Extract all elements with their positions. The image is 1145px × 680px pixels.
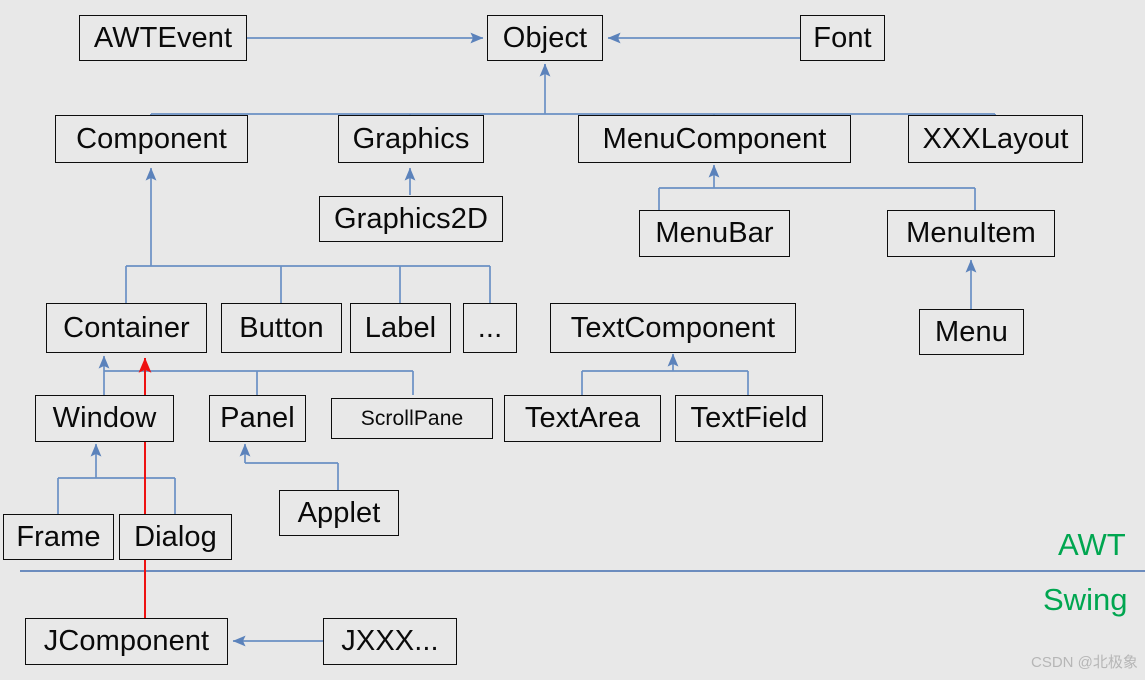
node-component-label: Component	[76, 122, 227, 155]
node-menucomponent-label: MenuComponent	[602, 122, 827, 155]
node-panel[interactable]: Panel	[209, 395, 306, 442]
node-ellipsis-label: ...	[477, 311, 503, 344]
node-dialog[interactable]: Dialog	[119, 514, 232, 560]
node-frame-label: Frame	[16, 520, 101, 553]
node-panel-label: Panel	[220, 402, 295, 434]
node-scrollpane-label: ScrollPane	[360, 407, 464, 430]
node-textcomponent[interactable]: TextComponent	[550, 303, 796, 353]
node-menubar-label: MenuBar	[655, 217, 774, 249]
node-textarea[interactable]: TextArea	[504, 395, 661, 442]
node-awtevent-label: AWTEvent	[93, 21, 233, 54]
node-scrollpane[interactable]: ScrollPane	[331, 398, 493, 439]
csdn-watermark: CSDN @北极象	[1031, 654, 1138, 671]
node-menucomponent[interactable]: MenuComponent	[578, 115, 851, 163]
node-graphics-label: Graphics	[352, 122, 470, 155]
node-menubar[interactable]: MenuBar	[639, 210, 790, 257]
node-button[interactable]: Button	[221, 303, 342, 353]
node-xxxlayout[interactable]: XXXLayout	[908, 115, 1083, 163]
node-jcomponent-label: JComponent	[43, 625, 210, 657]
node-menuitem-label: MenuItem	[906, 217, 1036, 249]
node-object[interactable]: Object	[487, 15, 603, 61]
node-container[interactable]: Container	[46, 303, 207, 353]
node-textfield-label: TextField	[690, 402, 808, 434]
node-ellipsis[interactable]: ...	[463, 303, 517, 353]
node-label-label: Label	[364, 311, 437, 344]
node-graphics2d-label: Graphics2D	[333, 202, 489, 235]
node-jcomponent[interactable]: JComponent	[25, 618, 228, 665]
node-graphics2d[interactable]: Graphics2D	[319, 196, 503, 242]
node-textarea-label: TextArea	[524, 402, 641, 434]
node-window-label: Window	[52, 402, 157, 434]
node-menuitem[interactable]: MenuItem	[887, 210, 1055, 257]
node-window[interactable]: Window	[35, 395, 174, 442]
node-menu-label: Menu	[935, 315, 1008, 348]
node-graphics[interactable]: Graphics	[338, 115, 484, 163]
node-jxxx[interactable]: JXXX...	[323, 618, 457, 665]
node-jxxx-label: JXXX...	[341, 625, 439, 657]
node-textfield[interactable]: TextField	[675, 395, 823, 442]
node-xxxlayout-label: XXXLayout	[922, 122, 1069, 155]
node-awtevent[interactable]: AWTEvent	[79, 15, 247, 61]
node-font[interactable]: Font	[800, 15, 885, 61]
node-label[interactable]: Label	[350, 303, 451, 353]
node-applet[interactable]: Applet	[279, 490, 399, 536]
node-component[interactable]: Component	[55, 115, 248, 163]
node-container-label: Container	[63, 311, 190, 344]
node-object-label: Object	[502, 21, 588, 54]
diagram-canvas: AWTEvent Object Font Component Graphics …	[0, 0, 1145, 680]
node-dialog-label: Dialog	[134, 520, 217, 553]
node-button-label: Button	[239, 311, 324, 344]
tier-label-swing: Swing	[1043, 582, 1128, 617]
node-textcomponent-label: TextComponent	[570, 311, 776, 344]
node-frame[interactable]: Frame	[3, 514, 114, 560]
node-applet-label: Applet	[297, 496, 381, 529]
tier-label-awt: AWT	[1058, 527, 1126, 562]
node-menu[interactable]: Menu	[919, 309, 1024, 355]
node-font-label: Font	[813, 21, 872, 54]
